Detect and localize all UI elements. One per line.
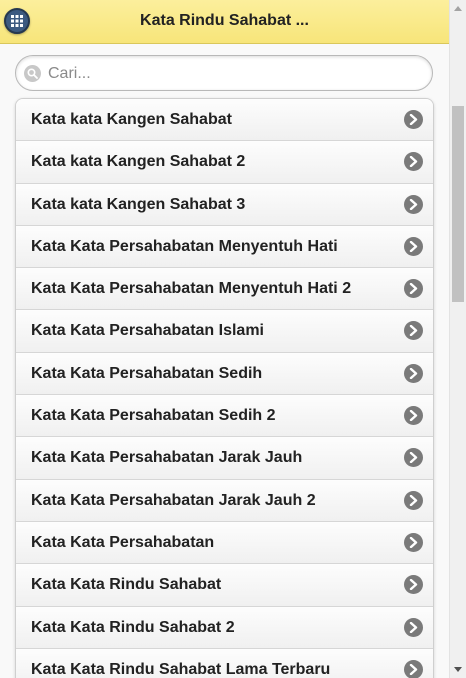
chevron-right-icon bbox=[404, 617, 423, 637]
chevron-right-icon bbox=[404, 363, 423, 383]
search-input[interactable] bbox=[46, 59, 420, 89]
chevron-right-icon bbox=[404, 532, 423, 552]
list-item[interactable]: Kata Kata Persahabatan Jarak Jauh bbox=[16, 437, 433, 480]
scrollbar-thumb[interactable] bbox=[452, 106, 464, 302]
page-title: Kata Rindu Sahabat ... bbox=[140, 12, 309, 29]
chevron-right-icon bbox=[404, 110, 423, 129]
list-item-label: Kata Kata Persahabatan Menyentuh Hati bbox=[31, 237, 338, 255]
list-item[interactable]: Kata Kata Rindu Sahabat Lama Terbaru bbox=[16, 648, 433, 678]
list-item-label: Kata Kata Persahabatan Menyentuh Hati 2 bbox=[31, 280, 352, 298]
list-item-label: Kata Kata Persahabatan bbox=[31, 533, 215, 551]
list-item-label: Kata Kata Rindu Sahabat Lama Terbaru bbox=[31, 660, 331, 678]
list-item[interactable]: Kata kata Kangen Sahabat 3 bbox=[16, 183, 433, 226]
list-item-label: Kata kata Kangen Sahabat 3 bbox=[31, 195, 246, 213]
header-bar: Kata Rindu Sahabat ... bbox=[0, 0, 449, 44]
list-item[interactable]: Kata Kata Persahabatan Sedih 2 bbox=[16, 395, 433, 438]
list-item-label: Kata kata Kangen Sahabat bbox=[31, 111, 232, 128]
search-box[interactable] bbox=[15, 55, 433, 91]
list-item[interactable]: Kata Kata Persahabatan Islami bbox=[16, 310, 433, 353]
list-item-label: Kata Kata Persahabatan Sedih 2 bbox=[31, 407, 276, 425]
scroll-down-arrow-icon[interactable] bbox=[454, 667, 462, 672]
list-item[interactable]: Kata Kata Rindu Sahabat bbox=[16, 564, 433, 607]
list-item-label: Kata Kata Persahabatan Sedih bbox=[31, 364, 263, 382]
list-item[interactable]: Kata Kata Persahabatan Menyentuh Hati bbox=[16, 225, 433, 269]
chevron-right-icon bbox=[404, 194, 423, 214]
list-item[interactable]: Kata kata Kangen Sahabat bbox=[16, 99, 433, 142]
list-item[interactable]: Kata Kata Persahabatan Sedih bbox=[16, 352, 433, 396]
chevron-right-icon bbox=[404, 321, 423, 341]
list-item-label: Kata Kata Rindu Sahabat bbox=[31, 576, 222, 594]
list-item-label: Kata Kata Persahabatan Jarak Jauh 2 bbox=[31, 491, 316, 509]
chevron-right-icon bbox=[404, 236, 423, 256]
article-list: Kata kata Kangen Sahabat Kata kata Kange… bbox=[15, 98, 434, 678]
list-item-label: Kata Kata Rindu Sahabat 2 bbox=[31, 618, 235, 636]
chevron-right-icon bbox=[404, 575, 423, 595]
chevron-right-icon bbox=[404, 406, 423, 426]
chevron-right-icon bbox=[404, 152, 423, 172]
list-item[interactable]: Kata Kata Rindu Sahabat 2 bbox=[16, 606, 433, 649]
scroll-up-arrow-icon[interactable] bbox=[454, 6, 462, 11]
list-item[interactable]: Kata Kata Persahabatan Menyentuh Hati 2 bbox=[16, 268, 433, 311]
list-item[interactable]: Kata Kata Persahabatan Jarak Jauh 2 bbox=[16, 479, 433, 522]
list-item[interactable]: Kata Kata Persahabatan bbox=[16, 521, 433, 565]
list-item[interactable]: Kata kata Kangen Sahabat 2 bbox=[16, 141, 433, 184]
chevron-right-icon bbox=[404, 659, 423, 678]
chevron-right-icon bbox=[404, 490, 423, 510]
chevron-right-icon bbox=[404, 279, 423, 299]
chevron-right-icon bbox=[404, 448, 423, 468]
list-item-label: Kata kata Kangen Sahabat 2 bbox=[31, 153, 246, 171]
app-window: Kata Rindu Sahabat ... Kata kata Kangen … bbox=[0, 0, 466, 678]
list-item-label: Kata Kata Persahabatan Islami bbox=[31, 322, 264, 340]
search-icon bbox=[24, 65, 41, 82]
vertical-scrollbar[interactable] bbox=[449, 0, 466, 678]
list-item-label: Kata Kata Persahabatan Jarak Jauh bbox=[31, 449, 303, 467]
